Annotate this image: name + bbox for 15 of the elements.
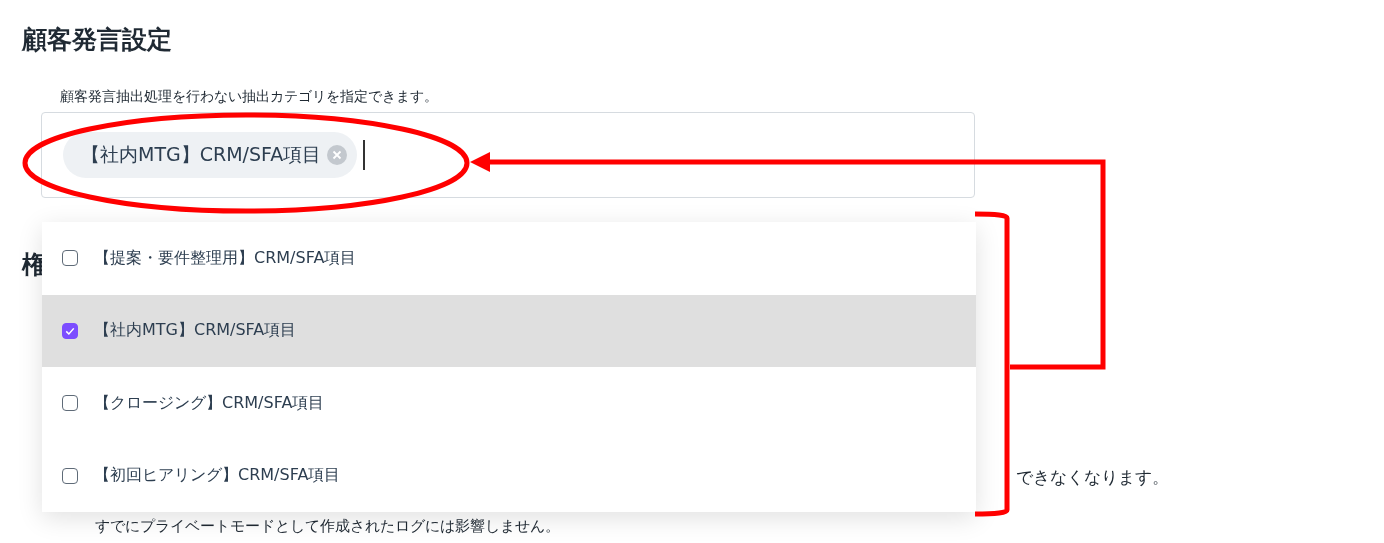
dropdown-option[interactable]: 【社内MTG】CRM/SFA項目 — [42, 294, 976, 367]
dropdown-option[interactable]: 【初回ヒアリング】CRM/SFA項目 — [42, 439, 976, 512]
checkbox[interactable] — [62, 250, 78, 267]
dropdown-option[interactable]: 【提案・要件整理用】CRM/SFA項目 — [42, 222, 976, 295]
dropdown-option[interactable]: 【クロージング】CRM/SFA項目 — [42, 367, 976, 440]
note-text: すでにプライベートモードとして作成されたログには影響しません。 — [95, 516, 560, 536]
category-select-field[interactable]: 【社内MTG】CRM/SFA項目 — [41, 112, 975, 198]
checkbox[interactable] — [62, 322, 78, 339]
text-cursor — [363, 140, 366, 170]
field-description: 顧客発言抽出処理を行わない抽出カテゴリを指定できます。 — [59, 87, 439, 106]
section-title: 顧客発言設定 — [20, 24, 173, 56]
chip-label: 【社内MTG】CRM/SFA項目 — [81, 142, 322, 167]
note-text: できなくなります。 — [1016, 466, 1169, 488]
checkbox[interactable] — [62, 395, 78, 412]
checkbox[interactable] — [62, 467, 78, 484]
